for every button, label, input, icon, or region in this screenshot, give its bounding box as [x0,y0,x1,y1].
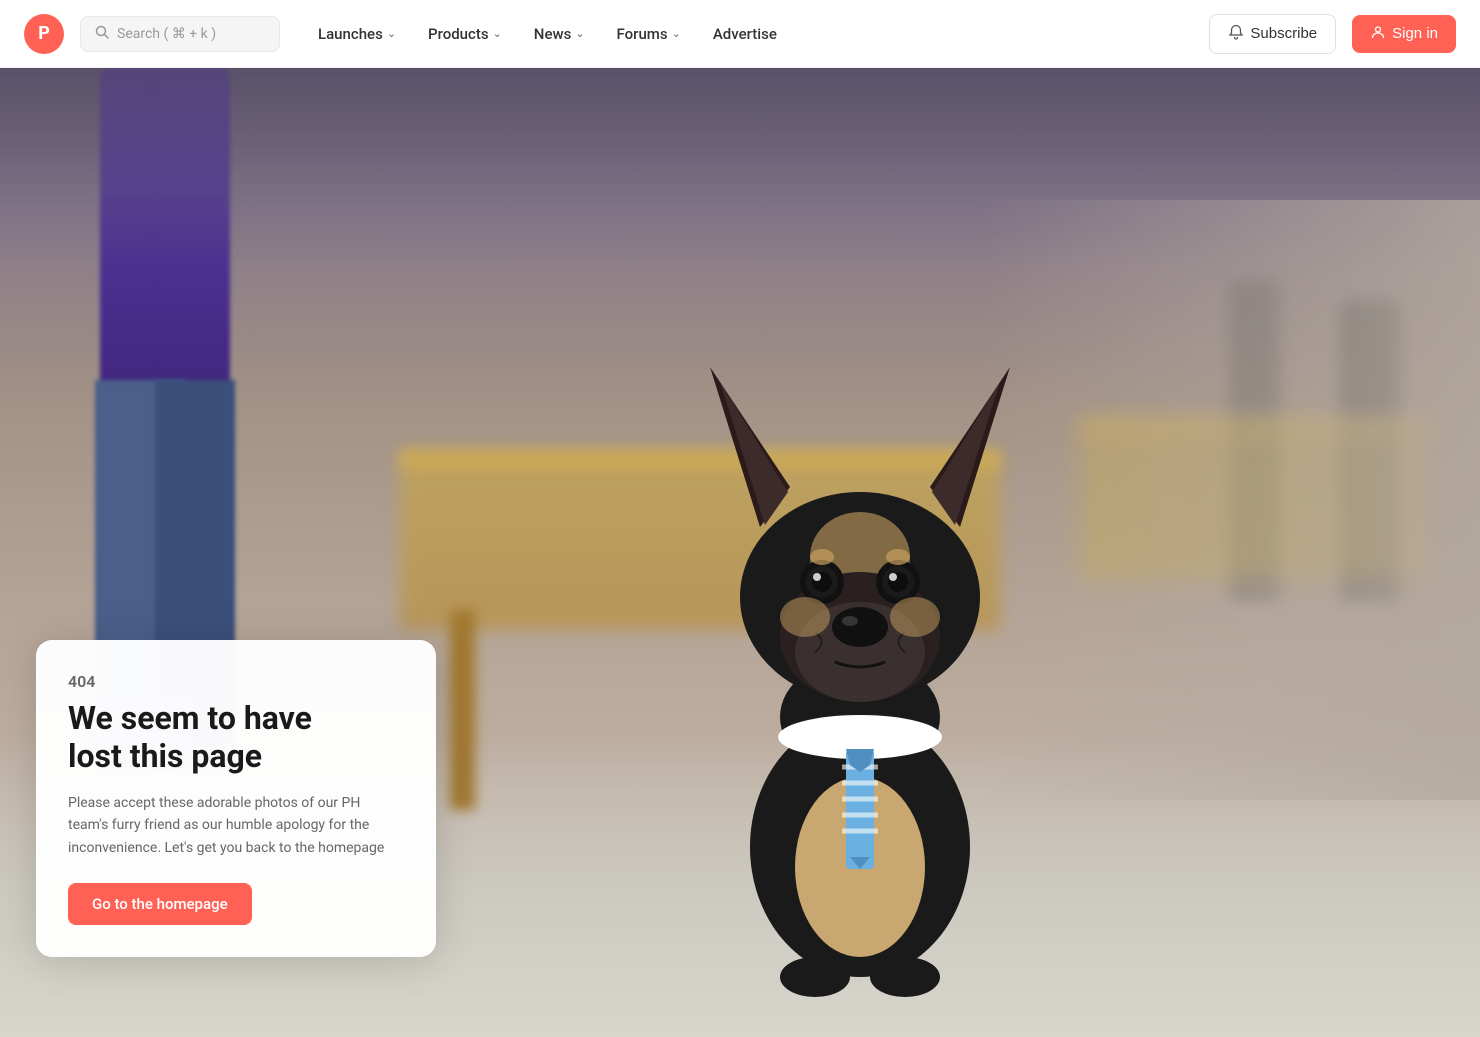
search-icon [95,25,109,43]
subscribe-button[interactable]: Subscribe [1209,14,1336,54]
forums-chevron-icon: ⌄ [672,27,681,40]
logo-button[interactable]: P [24,14,64,54]
error-title-line2: lost this page [68,737,262,775]
nav-item-forums[interactable]: Forums ⌄ [603,17,695,51]
subscribe-label: Subscribe [1250,25,1317,42]
go-to-homepage-button[interactable]: Go to the homepage [68,883,252,925]
dog-illustration [660,287,1060,1037]
nav-item-launches[interactable]: Launches ⌄ [304,17,410,51]
nav-forums-label: Forums [617,25,668,43]
nav-item-products[interactable]: Products ⌄ [414,17,516,51]
signin-label: Sign in [1392,25,1438,42]
error-code: 404 [68,672,404,691]
launches-chevron-icon: ⌄ [387,27,396,40]
search-placeholder: Search ( ⌘ + k ) [117,26,216,42]
error-title-line1: We seem to have [68,699,312,737]
error-description: Please accept these adorable photos of o… [68,792,404,859]
signin-user-icon [1370,24,1386,44]
nav-news-label: News [534,25,572,43]
search-box[interactable]: Search ( ⌘ + k ) [80,16,280,52]
hero-section: 404 We seem to have lost this page Pleas… [0,0,1480,1037]
news-chevron-icon: ⌄ [575,27,584,40]
error-title: We seem to have lost this page [68,699,404,776]
nav-products-label: Products [428,25,489,43]
nav-item-news[interactable]: News ⌄ [520,17,599,51]
nav-links: Launches ⌄ Products ⌄ News ⌄ Forums ⌄ Ad… [304,17,791,51]
signin-button[interactable]: Sign in [1352,15,1456,53]
products-chevron-icon: ⌄ [493,27,502,40]
subscribe-bell-icon [1228,24,1244,44]
nav-advertise-label: Advertise [713,25,777,43]
nav-launches-label: Launches [318,25,383,43]
nav-item-advertise[interactable]: Advertise [699,17,791,51]
logo-letter: P [38,23,50,44]
navbar: P Search ( ⌘ + k ) Launches ⌄ Products ⌄… [0,0,1480,68]
error-card: 404 We seem to have lost this page Pleas… [36,640,436,957]
